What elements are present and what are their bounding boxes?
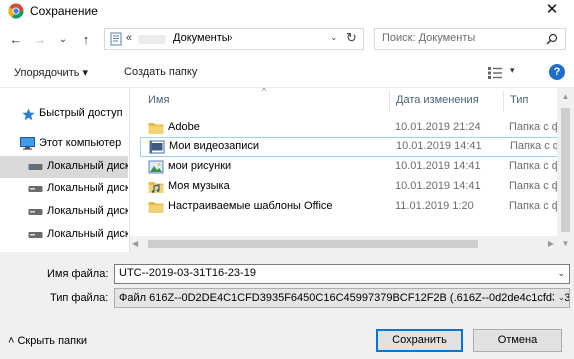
filename-label: Имя файла: [47,268,109,280]
documents-icon [110,32,122,46]
sidebar-item-label: Локальный диск [47,228,128,240]
column-header-name[interactable]: Имя [148,94,169,106]
scroll-thumb[interactable] [561,108,570,232]
address-hidden-segment [138,35,166,44]
drive-icon [28,209,43,215]
file-date: 10.01.2019 14:41 [396,140,482,152]
horizontal-scrollbar[interactable]: ◀ ▶ [130,236,557,252]
filetype-select[interactable]: Файл 616Z--0D2DE4C1CFD3935F6450C16C45997… [114,288,570,308]
table-row[interactable]: Настраиваемые шаблоны Office 11.01.2019 … [140,197,574,217]
sidebar-item-label: Локальный диск [47,160,128,172]
scroll-left-icon[interactable]: ◀ [132,239,138,248]
chevron-down-icon[interactable]: ⌄ [554,292,565,303]
forward-button[interactable]: → [30,29,50,51]
file-name: Настраиваемые шаблоны Office [168,200,333,212]
file-name: Мои видеозаписи [169,140,260,152]
view-options-icon[interactable] [488,67,502,79]
sort-ascending-icon: ^ [262,88,267,96]
column-divider[interactable] [503,90,504,112]
file-name: Моя музыка [168,180,230,192]
file-list: ^ Имя Дата изменения Тип Adobe 10.01.201… [140,88,574,236]
up-button[interactable]: ↑ [76,29,96,51]
video-folder-icon [149,140,165,154]
star-icon [22,108,35,121]
table-row[interactable]: Мои видеозаписи 10.01.2019 14:41 Папка с… [140,137,574,157]
vertical-scrollbar[interactable]: ▲ ▼ [557,88,574,252]
address-overflow[interactable]: « [126,32,132,44]
file-name: мои рисунки [168,160,232,172]
search-icon[interactable] [546,33,558,45]
navigation-pane: Быстрый доступ Этот компьютер Локальный … [0,88,128,252]
address-current-folder[interactable]: Документы [173,32,230,44]
sidebar-item-label: Этот компьютер [39,137,122,149]
close-button[interactable]: ✕ [530,0,574,22]
table-row[interactable]: Adobe 10.01.2019 21:24 Папка с файлами [140,118,574,138]
column-divider[interactable] [389,90,390,112]
chrome-icon [8,3,24,19]
command-bar: Упорядочить ▾ Создать папку ▾ ? [0,58,574,88]
title-bar: Сохранение ✕ [0,0,574,22]
filename-field[interactable]: UTC--2019-03-31T16-23-19 ⌄ [114,264,570,284]
chevron-down-icon[interactable]: ⌄ [330,32,338,43]
search-input[interactable]: Поиск: Документы [374,28,566,50]
table-row[interactable]: Моя музыка 10.01.2019 14:41 Папка с файл… [140,177,574,197]
organize-button[interactable]: Упорядочить ▾ [14,66,88,79]
music-folder-icon [148,182,164,193]
file-date: 10.01.2019 21:24 [395,121,481,133]
file-date: 11.01.2019 1:20 [395,200,474,212]
view-dropdown-icon[interactable]: ▾ [510,65,515,76]
sidebar-item-local-disk[interactable]: Локальный диск [0,201,128,223]
sidebar-item-quick-access[interactable]: Быстрый доступ [0,103,128,125]
chevron-down-icon[interactable]: ⌄ [557,268,565,279]
drive-icon [28,186,43,192]
scroll-right-icon[interactable]: ▶ [548,239,554,248]
refresh-icon[interactable]: ↻ [346,30,357,46]
filetype-value: Файл 616Z--0D2DE4C1CFD3935F6450C16C45997… [119,292,570,304]
scroll-down-icon[interactable]: ▼ [557,235,574,252]
scroll-up-icon[interactable]: ▲ [557,88,574,105]
sidebar-item-label: Локальный диск [47,205,128,217]
hide-folders-button[interactable]: ˄ Скрыть папки [8,335,87,347]
file-date: 10.01.2019 14:41 [395,160,481,172]
filename-value[interactable]: UTC--2019-03-31T16-23-19 [119,267,256,279]
cancel-button[interactable]: Отмена [473,329,562,352]
save-options-panel: Имя файла: UTC--2019-03-31T16-23-19 ⌄ Ти… [0,252,574,359]
drive-icon [28,232,43,238]
column-header-type[interactable]: Тип [510,94,528,106]
table-row[interactable]: мои рисунки 10.01.2019 14:41 Папка с фай… [140,157,574,177]
folder-icon [148,202,164,213]
window-title: Сохранение [30,4,98,18]
filetype-label: Тип файла: [50,292,109,304]
sidebar-item-local-disk[interactable]: Локальный диск [0,224,128,246]
drive-icon [28,164,43,170]
file-name: Adobe [168,121,200,133]
search-placeholder: Поиск: Документы [382,32,476,44]
address-bar[interactable]: « Документы › ⌄ ↻ [104,28,364,50]
computer-icon [20,137,35,150]
column-header-date[interactable]: Дата изменения [396,94,479,106]
sidebar-item-this-pc[interactable]: Этот компьютер [0,133,128,155]
sidebar-item-label: Локальный диск [47,182,128,194]
pictures-folder-icon [148,160,164,174]
folder-icon [148,123,164,134]
recent-locations-button[interactable]: ⌄ [53,29,73,51]
save-button[interactable]: Сохранить [376,329,463,352]
help-icon[interactable]: ? [549,64,565,80]
sidebar-item-local-disk[interactable]: Локальный диск [0,178,128,200]
sidebar-item-local-disk[interactable]: Локальный диск [0,156,128,178]
sidebar-item-label: Быстрый доступ [39,107,123,119]
navigation-bar: ← → ⌄ ↑ « Документы › ⌄ ↻ Поиск: Докумен… [0,24,574,56]
new-folder-button[interactable]: Создать папку [124,66,197,78]
address-separator[interactable]: › [229,32,233,44]
scroll-thumb[interactable] [148,240,478,248]
pane-divider[interactable] [129,88,130,252]
back-button[interactable]: ← [6,29,26,51]
file-date: 10.01.2019 14:41 [395,180,481,192]
